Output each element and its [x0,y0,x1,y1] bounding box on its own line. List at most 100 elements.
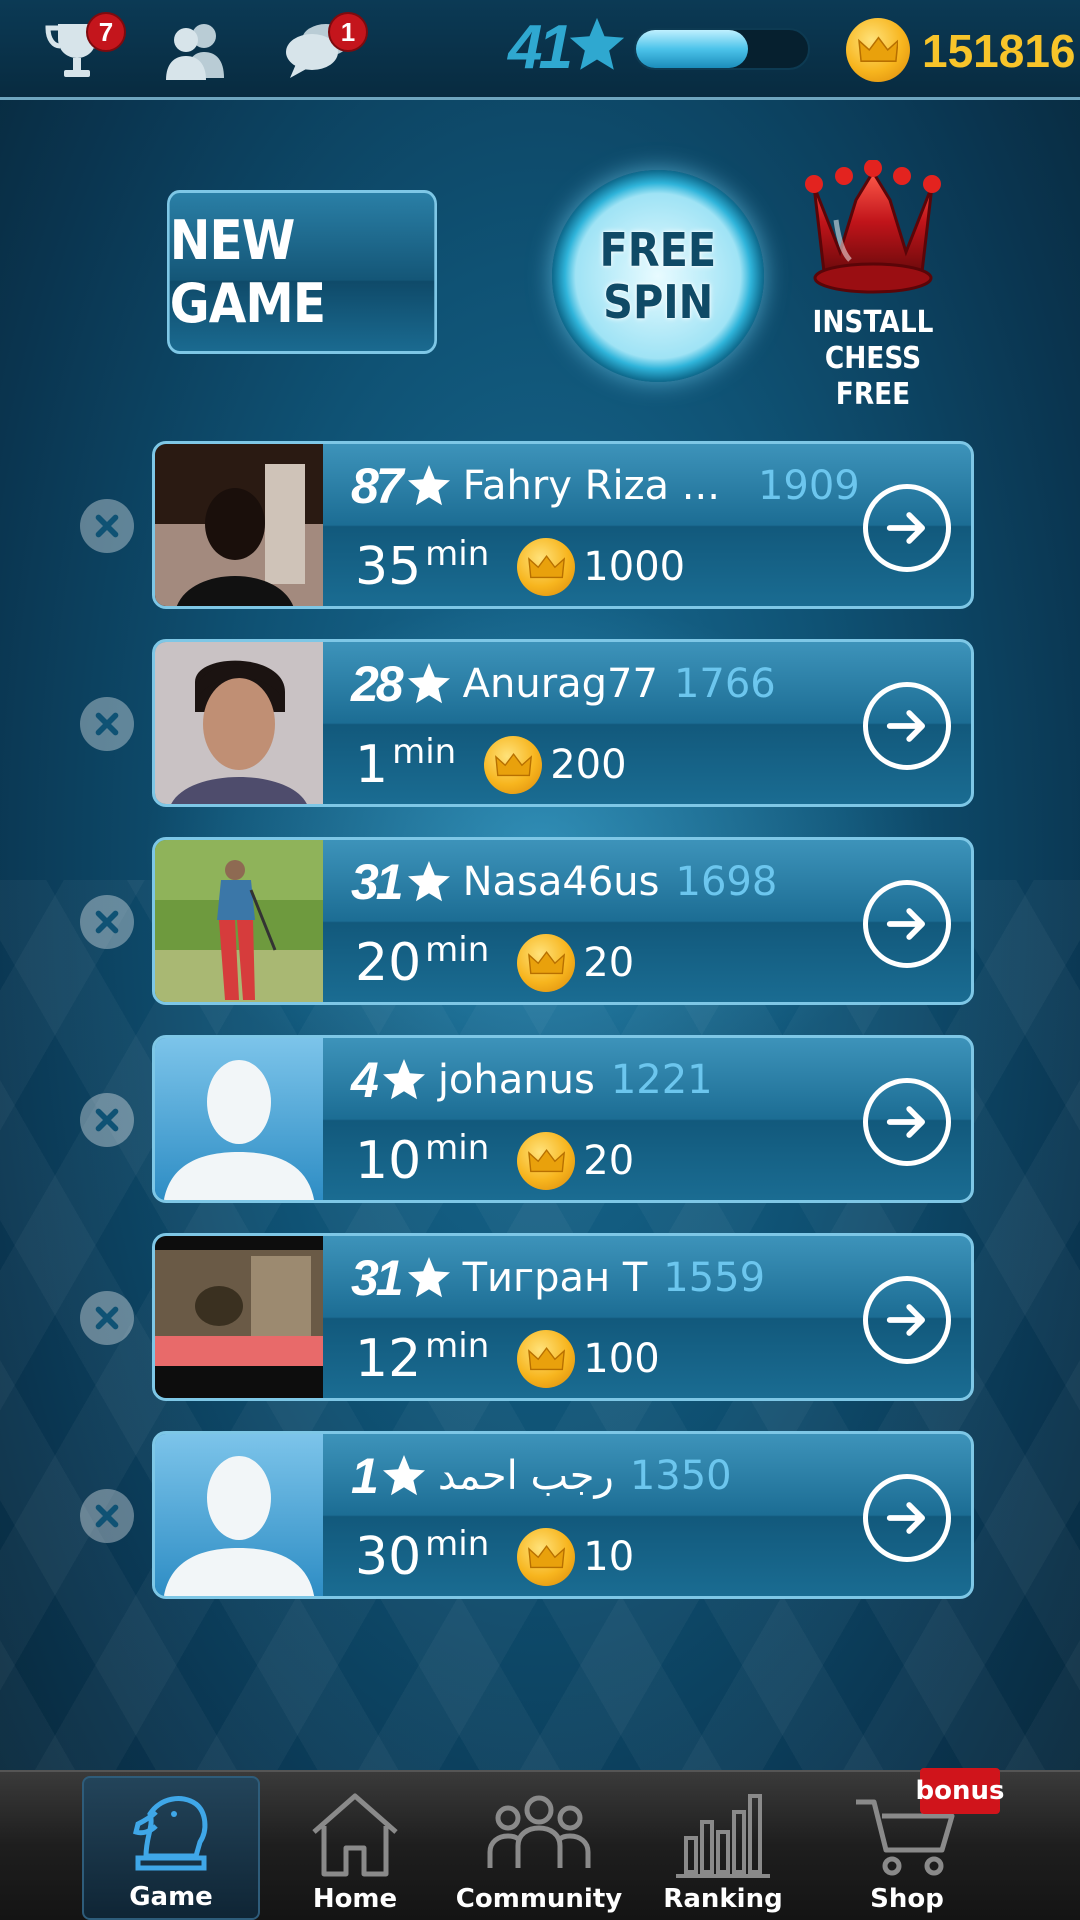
star-icon [407,861,450,902]
level-star-icon [569,17,625,70]
red-crown-icon [805,159,941,294]
player-rating: 1350 [629,1453,732,1499]
player-stars: 31 [351,854,404,910]
game-card[interactable]: 28 Anurag77 1766 1 min 200 [152,639,974,807]
time-control-unit: min [425,930,490,970]
coin-icon [517,1528,576,1586]
game-row: 31 Тигран Т 1559 12 min 100 [0,1233,1080,1401]
player-name: Anurag77 [462,661,658,707]
nav-ranking[interactable]: Ranking [634,1776,812,1920]
coin-icon[interactable] [846,18,910,82]
game-card[interactable]: 31 Тигран Т 1559 12 min 100 [152,1233,974,1401]
xp-progress-bar [634,28,810,70]
close-icon [95,910,119,934]
player-level: 41 [508,13,573,82]
close-icon [95,514,119,538]
arrow-right-icon [886,1106,925,1138]
messages-badge: 1 [328,12,368,52]
player-name: Fahry Riza ... [462,463,720,509]
nav-ranking-label: Ranking [663,1884,783,1914]
install-label-line1: INSTALL [812,305,934,340]
arrow-right-icon [886,908,925,940]
coin-icon [517,1330,576,1388]
bonus-badge: bonus [916,1768,1004,1814]
free-spin-button[interactable]: FREE SPIN [552,170,764,382]
time-control-unit: min [392,732,457,772]
player-rating: 1698 [675,859,778,905]
dismiss-game-button[interactable] [80,895,134,949]
player-name: رجب احمد [437,1453,614,1499]
install-chess-label[interactable]: INSTALL CHESS FREE [800,305,946,413]
dismiss-game-button[interactable] [80,1489,134,1543]
nav-community[interactable]: Community [450,1776,628,1920]
game-card[interactable]: 31 Nasa46us 1698 20 min 20 [152,837,974,1005]
free-spin-label-line2: SPIN [602,275,714,329]
install-chess-crown-button[interactable] [800,159,946,300]
free-spin-label-line1: FREE [599,223,717,277]
dismiss-game-button[interactable] [80,1093,134,1147]
time-control-value: 1 [355,735,389,795]
default-avatar [155,1434,323,1596]
player-rating: 1221 [610,1057,713,1103]
play-arrow-button[interactable] [863,1474,951,1562]
player-avatar [155,642,323,804]
achievements-badge: 7 [86,12,126,52]
game-row: 28 Anurag77 1766 1 min 200 [0,639,1080,807]
player-stars: 31 [351,1250,404,1306]
achievements-button[interactable]: 7 [40,12,126,82]
time-control-value: 30 [355,1527,422,1587]
bet-amount: 200 [550,742,627,788]
player-stars: 28 [351,656,404,712]
coin-icon [517,538,576,596]
time-control-unit: min [425,534,490,574]
close-icon [95,1108,119,1132]
friends-button[interactable] [158,18,232,82]
player-rating: 1559 [663,1255,766,1301]
nav-home-label: Home [312,1884,398,1914]
xp-progress-fill [636,30,748,68]
dismiss-game-button[interactable] [80,1291,134,1345]
player-avatar [155,1236,323,1398]
star-icon [407,1257,450,1298]
arrow-right-icon [886,1304,925,1336]
game-row: 87 Fahry Riza ... 1909 35 min 1000 [0,441,1080,609]
play-arrow-button[interactable] [863,484,951,572]
player-stars: 4 [351,1052,379,1108]
time-control-unit: min [425,1128,490,1168]
dismiss-game-button[interactable] [80,499,134,553]
game-card[interactable]: 87 Fahry Riza ... 1909 35 min 1000 [152,441,974,609]
user-silhouette-icon [164,1456,314,1596]
game-row: 1 رجب احمد 1350 30 min 10 [0,1431,1080,1599]
play-arrow-button[interactable] [863,1276,951,1364]
star-icon [407,465,450,506]
play-arrow-button[interactable] [863,880,951,968]
game-card[interactable]: 4 johanus 1221 10 min 20 [152,1035,974,1203]
nav-community-label: Community [455,1884,623,1914]
time-control-value: 35 [355,537,422,597]
bar-chart-icon [676,1794,770,1878]
nav-home[interactable]: Home [266,1776,444,1920]
game-row: 31 Nasa46us 1698 20 min 20 [0,837,1080,1005]
default-avatar [155,1038,323,1200]
arrow-right-icon [886,1502,925,1534]
install-label-line2: CHESS FREE [824,341,922,412]
user-silhouette-icon [164,1060,314,1200]
player-name: johanus [437,1057,595,1103]
game-card[interactable]: 1 رجب احمد 1350 30 min 10 [152,1431,974,1599]
nav-game-label: Game [129,1882,213,1912]
play-arrow-button[interactable] [863,682,951,770]
messages-button[interactable]: 1 [282,12,368,82]
home-icon [312,1793,398,1877]
close-icon [95,712,119,736]
star-icon [382,1455,425,1496]
bet-amount: 100 [583,1336,660,1382]
bet-amount: 10 [583,1534,635,1580]
new-game-button[interactable]: NEW GAME [167,190,437,354]
nav-shop-label: Shop [870,1884,944,1914]
player-stars: 1 [351,1448,379,1504]
bet-amount: 20 [583,940,635,986]
player-rating: 1766 [673,661,776,707]
play-arrow-button[interactable] [863,1078,951,1166]
dismiss-game-button[interactable] [80,697,134,751]
nav-game[interactable]: Game [82,1776,260,1920]
